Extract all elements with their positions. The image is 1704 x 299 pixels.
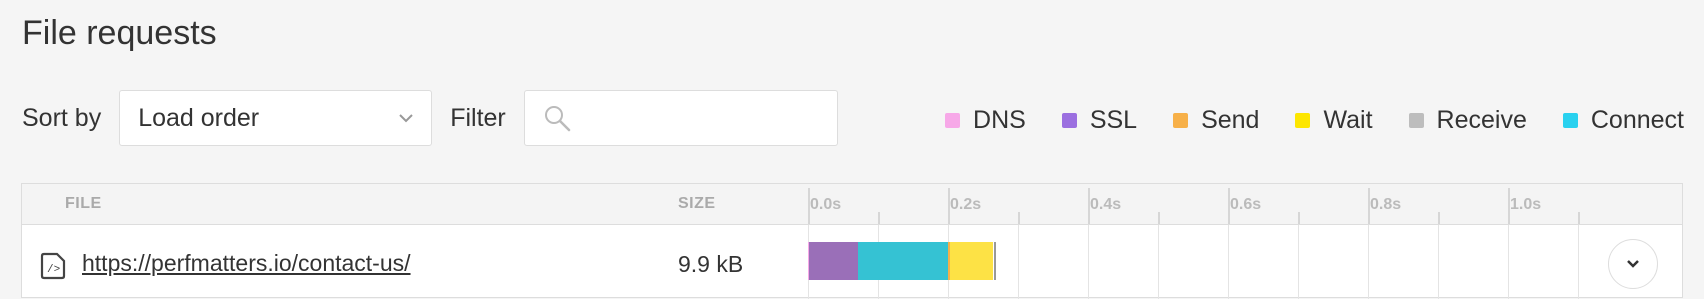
legend-swatch-receive: [1408, 113, 1424, 128]
timeline-tick-label: 0.6s: [1230, 196, 1262, 213]
legend-label-receive: Receive: [1436, 106, 1527, 134]
legend-label-wait: Wait: [1323, 106, 1373, 134]
timing-segment-ssl: [809, 242, 859, 280]
legend: DNS SSL Send Wait Receive Connect: [945, 106, 1684, 135]
legend-label-send: Send: [1201, 106, 1260, 134]
file-requests-table: FILE SIZE 0.0s 0.2s 0.4s 0.6s 0.8s 1.0s /> ht…: [21, 183, 1683, 299]
timeline-tick-label: 0.8s: [1370, 196, 1402, 213]
legend-label-dns: DNS: [973, 106, 1026, 134]
sort-select-value: Load order: [138, 103, 260, 132]
search-icon: [544, 106, 571, 132]
legend-swatch-send: [1173, 113, 1189, 128]
table-header: FILE SIZE 0.0s 0.2s 0.4s 0.6s 0.8s 1.0s: [22, 184, 1682, 225]
timeline-header-gridline: [1508, 188, 1510, 224]
controls-bar: Sort by Load order Filter: [22, 89, 838, 147]
chevron-down-icon: [399, 114, 413, 123]
svg-text:/>: />: [47, 264, 60, 276]
sort-label: Sort by: [22, 103, 102, 132]
timeline-header-gridline: [1158, 212, 1160, 224]
expand-row-button[interactable]: [1608, 239, 1658, 289]
legend-item-receive: Receive: [1408, 106, 1527, 135]
legend-swatch-dns: [945, 113, 961, 128]
timeline-header-gridline: [1018, 212, 1020, 224]
column-header-size: SIZE: [678, 195, 716, 212]
timing-segment-wait: [950, 242, 994, 280]
page-title: File requests: [22, 14, 217, 52]
timeline-header-gridline: [1298, 212, 1300, 224]
timeline-header-gridline: [948, 188, 950, 224]
legend-swatch-ssl: [1061, 113, 1077, 128]
timeline-header-gridline: [808, 188, 810, 224]
legend-label-ssl: SSL: [1089, 106, 1138, 134]
sort-select[interactable]: Load order: [119, 90, 433, 146]
timeline-header-gridline: [878, 212, 880, 224]
timeline-tick-label: 0.4s: [1090, 196, 1122, 213]
legend-swatch-connect: [1562, 113, 1578, 128]
timing-segment-receive: [993, 242, 996, 280]
legend-item-connect: Connect: [1562, 106, 1684, 135]
file-size: 9.9 kB: [678, 251, 744, 277]
chevron-down-icon: [1627, 260, 1639, 268]
legend-item-dns: DNS: [945, 106, 1026, 135]
legend-item-send: Send: [1173, 106, 1259, 135]
timeline-header-gridline: [1228, 188, 1230, 224]
timeline-tick-label: 0.2s: [950, 196, 982, 213]
filter-label: Filter: [450, 103, 506, 132]
filter-input[interactable]: [523, 90, 838, 146]
table-row: /> https://perfmatters.io/contact-us/ 9.…: [22, 225, 1682, 299]
legend-item-wait: Wait: [1295, 106, 1373, 135]
legend-label-connect: Connect: [1590, 106, 1684, 134]
timeline-header-gridline: [1438, 212, 1440, 224]
timing-segment-connect: [858, 242, 948, 280]
timeline-tick-label: 0.0s: [810, 196, 842, 213]
timeline-header-gridline: [1368, 188, 1370, 224]
file-link[interactable]: https://perfmatters.io/contact-us/: [82, 250, 411, 277]
legend-swatch-wait: [1295, 113, 1311, 128]
legend-item-ssl: SSL: [1061, 106, 1138, 135]
timeline-header-gridline: [1578, 212, 1580, 224]
column-header-file: FILE: [65, 195, 102, 212]
code-file-icon: />: [40, 252, 66, 280]
timeline-tick-label: 1.0s: [1510, 196, 1542, 213]
timeline-header-gridline: [1088, 188, 1090, 224]
